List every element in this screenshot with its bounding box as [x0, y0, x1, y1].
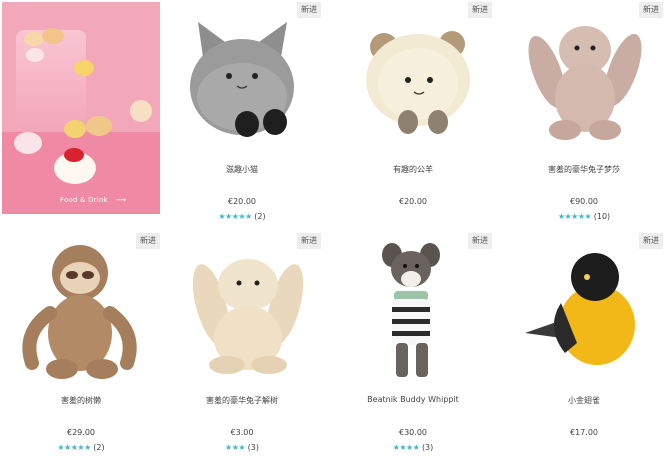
- star-rating-icon: ★★★★★: [557, 212, 592, 221]
- product-rating: ★★★★ (3): [334, 443, 492, 452]
- gray-cat-plush-image: [190, 22, 294, 137]
- product-rating: ★★★★★ (10): [505, 212, 663, 221]
- product-name[interactable]: 害羞的豪华兔子梦莎: [505, 164, 663, 175]
- cake-toy-image: [64, 120, 86, 138]
- product-price: €90.00: [570, 197, 598, 206]
- review-count: (2): [93, 443, 105, 452]
- review-count: (10): [593, 212, 611, 221]
- product-rating: ★★★ (3): [163, 443, 321, 452]
- cake-toy-image: [26, 48, 44, 62]
- cake-toy-image: [14, 132, 42, 154]
- star-rating-icon: ★★★★★: [218, 212, 252, 221]
- cake-toy-image: [74, 60, 94, 76]
- product-name[interactable]: 害羞的豪华兔子解树: [163, 395, 321, 406]
- product-card[interactable]: 新进 害羞的树懒 €29.00 ★★★★★ (2): [2, 233, 160, 463]
- product-name[interactable]: 小金翅雀: [505, 395, 663, 406]
- product-price: €20.00: [228, 197, 256, 206]
- product-name[interactable]: 害羞的树懒: [2, 395, 160, 406]
- product-rating: ★★★★★ (2): [163, 212, 321, 221]
- bunny-plush-image: [528, 26, 642, 140]
- goldfinch-plush-image: [525, 253, 635, 365]
- promo-link[interactable]: Food & Drink ⟶: [60, 196, 126, 204]
- review-count: (3): [247, 443, 259, 452]
- product-card[interactable]: 新进 滋趣小猫 €20.00 ★★★★★ (2): [163, 2, 321, 232]
- star-rating-icon: ★★★★: [392, 443, 420, 452]
- product-price: €3.00: [230, 428, 254, 437]
- promo-link-label: Food & Drink: [60, 196, 108, 204]
- ram-plush-image: [366, 31, 470, 134]
- cake-toy-image: [42, 28, 64, 44]
- product-card[interactable]: 新进 Beatnik Buddy Whippit €30.00 ★★★★ (3): [334, 233, 492, 463]
- product-card[interactable]: 新进 害羞的豪华兔子解树 €3.00 ★★★ (3): [163, 233, 321, 463]
- product-price: €29.00: [67, 428, 95, 437]
- product-price: €17.00: [570, 428, 598, 437]
- arrow-right-icon: ⟶: [115, 196, 127, 204]
- star-rating-icon: ★★★: [225, 443, 246, 452]
- promo-tile-food-drink[interactable]: Food & Drink ⟶: [2, 2, 160, 214]
- product-rating: ★★★★★ (2): [2, 443, 160, 452]
- product-price: €30.00: [399, 428, 427, 437]
- strawberry-image: [64, 148, 84, 162]
- cake-toy-image: [130, 100, 152, 122]
- star-rating-icon: ★★★★★: [57, 443, 91, 452]
- review-count: (3): [421, 443, 434, 452]
- cake-toy-image: [86, 116, 112, 136]
- product-name[interactable]: 滋趣小猫: [163, 164, 321, 175]
- product-card[interactable]: 新进 害羞的豪华兔子梦莎 €90.00 ★★★★★ (10): [505, 2, 663, 232]
- product-card[interactable]: 新进 有趣的公羊 €20.00: [334, 2, 492, 232]
- product-card[interactable]: 新进 小金翅雀 €17.00: [505, 233, 663, 463]
- review-count: (2): [254, 212, 266, 221]
- product-name[interactable]: 有趣的公羊: [334, 164, 492, 175]
- product-price: €20.00: [399, 197, 427, 206]
- whippet-plush-image: [382, 243, 440, 377]
- sloth-plush-image: [22, 245, 137, 379]
- product-name[interactable]: Beatnik Buddy Whippit: [334, 395, 492, 404]
- cake-toy-image: [24, 32, 44, 46]
- cream-bunny-plush-image: [192, 259, 304, 374]
